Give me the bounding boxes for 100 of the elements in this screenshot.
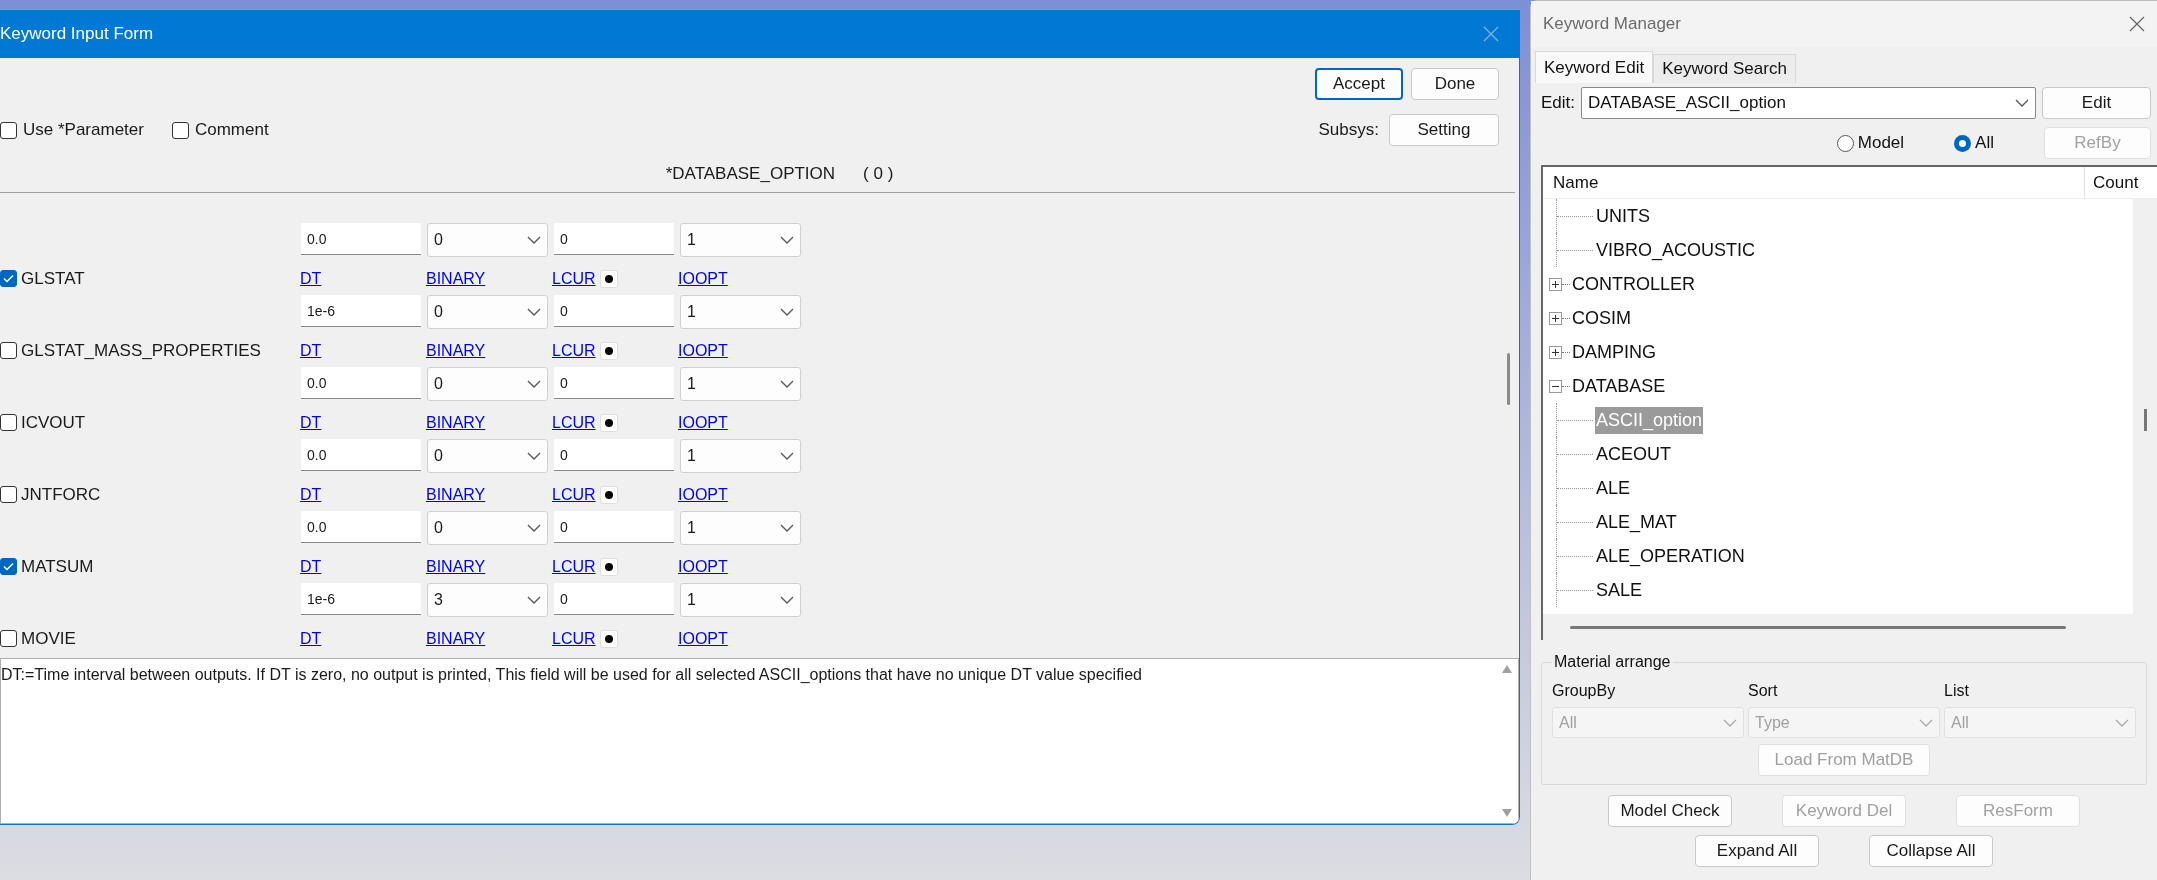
field-link[interactable]: DT	[300, 266, 322, 291]
field-link[interactable]: DT	[300, 626, 322, 651]
value-dropdown[interactable]: 1	[680, 511, 801, 545]
field-link[interactable]: BINARY	[426, 338, 486, 363]
value-dropdown[interactable]: 0	[427, 367, 548, 401]
tab[interactable]: Keyword Edit	[1535, 51, 1654, 83]
dot-button[interactable]	[599, 341, 618, 360]
tree-item[interactable]: CONTROLLER	[1571, 270, 1697, 298]
field-link[interactable]: LCUR	[552, 410, 596, 435]
value-field[interactable]: 0	[554, 439, 674, 471]
help-text: DT:=Time interval between outputs. If DT is zero, no output is printed, This field will be used for all selected ASCII_options that have no unique DT value specified	[1, 665, 1143, 685]
value-field[interactable]: 0	[554, 223, 674, 255]
value-dropdown[interactable]: 0	[427, 295, 548, 329]
value-field[interactable]: 0.0	[301, 511, 421, 543]
collapse-icon[interactable]	[1549, 379, 1562, 393]
radio-button[interactable]	[1954, 134, 1972, 152]
value-field[interactable]: 1e-6	[301, 295, 421, 327]
field-link[interactable]: IOOPT	[678, 410, 728, 435]
radio-button[interactable]	[1836, 134, 1854, 152]
expand-icon[interactable]	[1549, 277, 1562, 291]
checkbox[interactable]	[0, 486, 17, 503]
value-field[interactable]: 0	[554, 367, 674, 399]
field-link[interactable]: BINARY	[426, 482, 486, 507]
value-field[interactable]: 0.0	[301, 439, 421, 471]
checkbox[interactable]	[171, 121, 189, 139]
field-link[interactable]: BINARY	[426, 410, 486, 435]
checkbox[interactable]	[0, 414, 17, 431]
action-button[interactable]: Model Check	[1608, 795, 1732, 827]
field-link[interactable]: IOOPT	[678, 266, 728, 291]
column-header[interactable]: Count	[2085, 167, 2157, 198]
value-dropdown[interactable]: 1	[680, 223, 801, 257]
field-link[interactable]: LCUR	[552, 482, 596, 507]
value-field[interactable]: 1e-6	[301, 583, 421, 615]
field-link[interactable]: IOOPT	[678, 482, 728, 507]
tree-item[interactable]: ALE	[1595, 474, 1632, 502]
field-link[interactable]: DT	[300, 338, 322, 363]
scroll-up-icon[interactable]	[1502, 665, 1512, 673]
option-label: MATSUM	[21, 555, 94, 578]
expand-icon[interactable]	[1549, 311, 1562, 325]
setting-button[interactable]: Setting	[1389, 114, 1499, 146]
scroll-down-icon[interactable]	[1502, 809, 1512, 817]
checkbox[interactable]	[0, 342, 17, 359]
tree-item[interactable]: ACEOUT	[1595, 440, 1672, 468]
tree-item[interactable]: DATABASE	[1571, 372, 1667, 400]
edit-button[interactable]: Edit	[2042, 87, 2151, 119]
value-field[interactable]: 0	[554, 295, 674, 327]
action-button[interactable]: Expand All	[1695, 835, 1819, 867]
field-link[interactable]: BINARY	[426, 554, 486, 579]
value-dropdown[interactable]: 0	[427, 223, 548, 257]
column-header[interactable]: Name	[1543, 167, 2085, 198]
value-field[interactable]: 0.0	[301, 223, 421, 255]
tree-item[interactable]: ALE_MAT	[1595, 508, 1678, 536]
field-link[interactable]: IOOPT	[678, 626, 728, 651]
field-link[interactable]: LCUR	[552, 338, 596, 363]
dot-button[interactable]	[599, 413, 618, 432]
close-icon[interactable]	[2129, 16, 2145, 32]
value-field[interactable]: 0.0	[301, 367, 421, 399]
field-link[interactable]: BINARY	[426, 266, 486, 291]
value-dropdown[interactable]: 1	[680, 367, 801, 401]
tree-item[interactable]: UNITS	[1595, 202, 1651, 230]
keyword-dropdown[interactable]: DATABASE_ASCII_option	[1581, 87, 2037, 119]
tab[interactable]: Keyword Search	[1653, 54, 1796, 83]
tree-item[interactable]: SALE	[1595, 576, 1644, 604]
tree-item[interactable]: VIBRO_ACOUSTIC	[1595, 236, 1757, 264]
dot-button[interactable]	[599, 269, 618, 288]
chevron-down-icon	[527, 452, 541, 460]
field-link[interactable]: LCUR	[552, 266, 596, 291]
tree-item[interactable]: COSIM	[1571, 304, 1632, 332]
value-dropdown[interactable]: 0	[427, 511, 548, 545]
field-link[interactable]: DT	[300, 482, 322, 507]
chevron-down-icon	[527, 596, 541, 604]
action-button[interactable]: Collapse All	[1869, 835, 1993, 867]
value-dropdown[interactable]: 1	[680, 439, 801, 473]
value-field[interactable]: 0	[554, 511, 674, 543]
value-dropdown[interactable]: 3	[427, 583, 548, 617]
value-dropdown[interactable]: 1	[680, 295, 801, 329]
tree-item[interactable]: ALE_OPERATION	[1595, 542, 1746, 570]
checkbox[interactable]	[0, 270, 17, 287]
value-dropdown[interactable]: 0	[427, 439, 548, 473]
field-link[interactable]: DT	[300, 554, 322, 579]
expand-icon[interactable]	[1549, 345, 1562, 359]
dot-button[interactable]	[599, 485, 618, 504]
checkbox[interactable]	[0, 558, 17, 575]
dot-button[interactable]	[599, 629, 618, 648]
field-link[interactable]: BINARY	[426, 626, 486, 651]
value-field[interactable]: 0	[554, 583, 674, 615]
field-link[interactable]: IOOPT	[678, 554, 728, 579]
tree-item[interactable]: DAMPING	[1571, 338, 1657, 366]
dialog-button[interactable]: Done	[1411, 68, 1499, 100]
check-icon	[3, 274, 14, 283]
field-link[interactable]: DT	[300, 410, 322, 435]
checkbox[interactable]	[0, 121, 17, 139]
option-label: JNTFORC	[21, 483, 101, 506]
dot-button[interactable]	[599, 557, 618, 576]
value-dropdown[interactable]: 1	[680, 583, 801, 617]
checkbox[interactable]	[0, 630, 17, 647]
field-link[interactable]: LCUR	[552, 554, 596, 579]
field-link[interactable]: IOOPT	[678, 338, 728, 363]
field-link[interactable]: LCUR	[552, 626, 596, 651]
dialog-button[interactable]: Accept	[1315, 68, 1403, 100]
